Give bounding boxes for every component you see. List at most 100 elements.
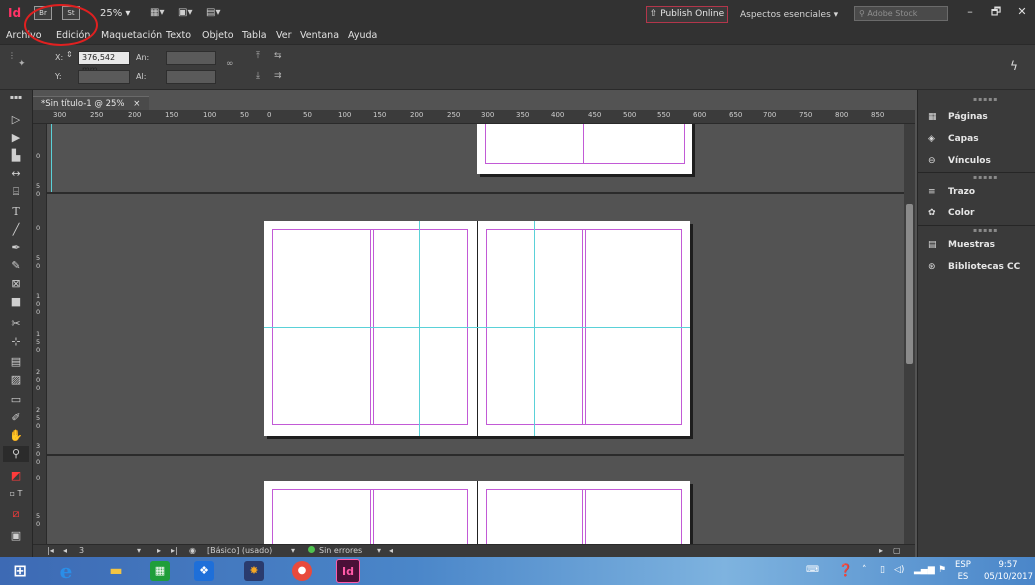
rotate-icon[interactable]: ⤒ xyxy=(256,51,260,61)
panel-vinculos[interactable]: ⊖ Vínculos xyxy=(928,156,991,166)
hand-tool-icon[interactable]: ✋ xyxy=(3,428,29,444)
scroll-right-icon[interactable]: ▸ xyxy=(879,546,883,555)
zoom-dropdown[interactable]: 25% ▾ xyxy=(100,8,130,19)
menu-texto[interactable]: Texto xyxy=(166,30,191,41)
page-dropdown-icon[interactable]: ▾ xyxy=(137,546,141,555)
panel-muestras[interactable]: ▤ Muestras xyxy=(928,240,995,250)
gap-tool-icon[interactable]: ↔ xyxy=(3,166,29,182)
dropbox-icon[interactable]: ❖ xyxy=(194,561,214,581)
pencil-tool-icon[interactable]: ✎ xyxy=(3,258,29,274)
close-button[interactable]: ✕ xyxy=(1010,5,1034,21)
vertical-scrollbar[interactable] xyxy=(904,124,915,544)
file-explorer-icon[interactable]: ▬ xyxy=(104,559,128,583)
menu-objeto[interactable]: Objeto xyxy=(202,30,234,41)
app-icon[interactable]: ✸ xyxy=(244,561,264,581)
panel-color[interactable]: ✿ Color xyxy=(928,208,975,218)
direct-selection-tool-icon[interactable]: ▶ xyxy=(3,130,29,146)
clock[interactable]: 9:57 05/10/2017 xyxy=(984,559,1033,583)
fill-stroke-icon[interactable]: ◩ xyxy=(3,468,29,484)
type-tool-icon[interactable]: T xyxy=(3,204,29,220)
scissors-tool-icon[interactable]: ✂ xyxy=(3,316,29,332)
eyedropper-tool-icon[interactable]: ✐ xyxy=(3,410,29,426)
scroll-thumb[interactable] xyxy=(906,204,913,364)
constrain-proportions-icon[interactable]: ∞ xyxy=(226,59,234,69)
formatting-affects-icon[interactable]: ▫ T xyxy=(3,486,29,502)
gradient-swatch-tool-icon[interactable]: ▤ xyxy=(3,354,29,370)
zoom-tool-icon[interactable]: ⚲ xyxy=(3,446,29,462)
pasteboard[interactable] xyxy=(47,124,904,544)
quick-apply-icon[interactable]: ϟ xyxy=(1010,59,1018,73)
free-transform-tool-icon[interactable]: ⊹ xyxy=(3,334,29,350)
page-tool-icon[interactable]: ▙ xyxy=(3,148,29,164)
reference-point-icon[interactable]: ✦ xyxy=(18,59,26,69)
rectangle-frame-tool-icon[interactable]: ⊠ xyxy=(3,276,29,292)
next-page-button[interactable]: ▸ xyxy=(157,546,161,555)
selection-tool-icon[interactable]: ▷ xyxy=(3,112,29,128)
height-field[interactable] xyxy=(166,70,216,84)
spread-top[interactable] xyxy=(477,124,692,174)
select-content-icon[interactable]: ⇉ xyxy=(274,71,282,81)
help-icon[interactable]: ❓ xyxy=(838,563,853,577)
menu-tabla[interactable]: Tabla xyxy=(242,30,267,41)
content-collector-icon[interactable]: ⌸ xyxy=(3,184,29,200)
scroll-left-icon[interactable]: ◂ xyxy=(389,546,393,555)
menu-ver[interactable]: Ver xyxy=(276,30,292,41)
preflight-icon[interactable]: ◉ xyxy=(189,546,196,555)
screen-mode-tool-icon[interactable]: ▣ xyxy=(3,528,29,544)
y-field[interactable] xyxy=(78,70,130,84)
spread-bottom[interactable] xyxy=(264,481,690,544)
note-tool-icon[interactable]: ▭ xyxy=(3,392,29,408)
gradient-feather-tool-icon[interactable]: ▨ xyxy=(3,372,29,388)
style-dropdown-icon[interactable]: ▾ xyxy=(291,546,295,555)
windows-start-icon[interactable]: ⊞ xyxy=(8,559,32,583)
menu-ayuda[interactable]: Ayuda xyxy=(348,30,377,41)
errors-dropdown-icon[interactable]: ▾ xyxy=(377,546,381,555)
first-page-button[interactable]: |◂ xyxy=(47,546,54,555)
view-toggle-icon[interactable]: ▢ xyxy=(893,546,901,555)
workspace-switcher[interactable]: Aspectos esenciales ▾ xyxy=(740,10,838,20)
panel-trazo[interactable]: ≡ Trazo xyxy=(928,187,975,197)
vertical-guide[interactable] xyxy=(534,221,535,436)
maximize-button[interactable]: 🗗 xyxy=(984,5,1008,21)
horizontal-guide[interactable] xyxy=(264,327,690,328)
pen-tool-icon[interactable]: ✒ xyxy=(3,240,29,256)
tray-expand-icon[interactable]: ˄ xyxy=(862,565,867,575)
panel-bibliotecas-cc[interactable]: ⊛ Bibliotecas CC xyxy=(928,262,1020,272)
line-tool-icon[interactable]: ╱ xyxy=(3,222,29,238)
language-indicator[interactable]: ESP ES xyxy=(955,559,971,583)
select-container-icon[interactable]: ⤓ xyxy=(256,71,260,81)
horizontal-ruler[interactable]: 300 250 200 150 100 50 0 50 100 150 200 … xyxy=(33,110,915,124)
panel-paginas[interactable]: ▦ Páginas xyxy=(928,112,988,122)
vertical-guide[interactable] xyxy=(419,221,420,436)
store-icon[interactable]: ▦ xyxy=(150,561,170,581)
previous-page-button[interactable]: ◂ xyxy=(63,546,67,555)
flag-icon[interactable]: ⚑ xyxy=(938,565,946,575)
close-tab-icon[interactable]: × xyxy=(133,99,140,109)
network-icon[interactable]: ▂▄▆ xyxy=(914,565,935,575)
width-field[interactable] xyxy=(166,51,216,65)
vertical-ruler[interactable]: 0 5 0 0 5 0 1 0 0 1 5 0 2 0 0 2 5 0 3 0 … xyxy=(33,124,47,544)
document-tab[interactable]: *Sin título-1 @ 25% × xyxy=(33,96,149,110)
x-field[interactable]: 376,542 mm xyxy=(78,51,130,74)
screen-mode-icon[interactable]: ▣▾ xyxy=(178,7,192,18)
x-stepper-icon[interactable]: ⇕ xyxy=(66,50,73,59)
arrange-documents-icon[interactable]: ▤▾ xyxy=(206,7,220,18)
keyboard-icon[interactable]: ⌨ xyxy=(806,565,819,575)
last-page-button[interactable]: ▸| xyxy=(171,546,178,555)
adobe-stock-search[interactable]: ⚲ Adobe Stock xyxy=(854,6,948,21)
edge-browser-icon[interactable]: e xyxy=(54,559,78,583)
indesign-taskbar-icon[interactable]: Id xyxy=(336,559,360,583)
page-number-field[interactable]: 3 xyxy=(79,546,84,555)
minimize-button[interactable]: – xyxy=(958,5,982,21)
flip-icon[interactable]: ⇆ xyxy=(274,51,282,61)
panel-capas[interactable]: ◈ Capas xyxy=(928,134,979,144)
menu-maquetacion[interactable]: Maquetación xyxy=(101,30,162,41)
chrome-icon[interactable]: ● xyxy=(292,561,312,581)
rectangle-tool-icon[interactable]: ■ xyxy=(3,294,29,310)
menu-ventana[interactable]: Ventana xyxy=(300,30,339,41)
apply-none-icon[interactable]: ⧄ xyxy=(3,506,29,522)
battery-icon[interactable]: ▯ xyxy=(880,565,885,575)
volume-icon[interactable]: ◁) xyxy=(894,565,904,575)
spread-middle[interactable] xyxy=(264,221,690,436)
view-options-icon[interactable]: ▦▾ xyxy=(150,7,164,18)
